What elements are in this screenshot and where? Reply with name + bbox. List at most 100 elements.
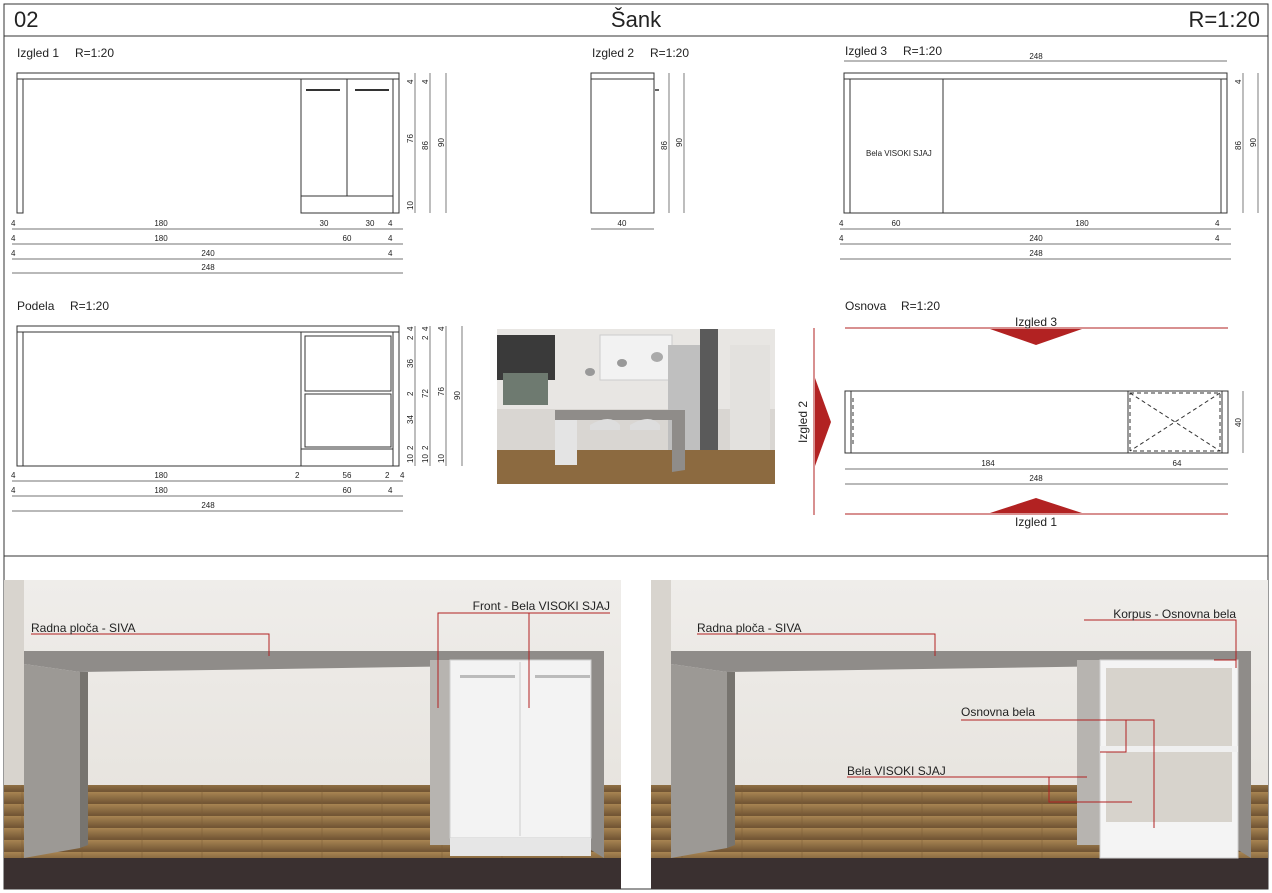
svg-text:248: 248 [1029,474,1043,483]
svg-text:60: 60 [892,219,901,228]
svg-text:4: 4 [437,326,446,331]
svg-text:184: 184 [981,459,995,468]
svg-text:10: 10 [421,454,430,463]
svg-text:10: 10 [406,201,415,210]
svg-text:180: 180 [154,234,168,243]
render-left: Radna ploča - SIVA Front - Bela VISOKI S… [4,580,621,889]
interior-render-thumbnail [497,329,775,484]
svg-text:4: 4 [406,326,415,331]
svg-text:4: 4 [1215,219,1220,228]
svg-text:4: 4 [388,219,393,228]
svg-text:180: 180 [154,471,168,480]
svg-text:2: 2 [295,471,300,480]
svg-text:76: 76 [406,134,415,143]
sheet-scale: R=1:20 [1188,7,1260,32]
svg-text:248: 248 [1029,52,1043,61]
izgled2-scale: R=1:20 [650,46,689,60]
podela-scale: R=1:20 [70,299,109,313]
svg-text:4: 4 [388,486,393,495]
right-gloss-label: Bela VISOKI SJAJ [847,764,946,778]
sheet-number: 02 [14,7,38,32]
osnova-scale: R=1:20 [901,299,940,313]
svg-text:4: 4 [11,219,16,228]
svg-text:240: 240 [201,249,215,258]
svg-text:90: 90 [675,138,684,147]
svg-text:86: 86 [1234,141,1243,150]
izgled3-panel-label: Bela VISOKI SJAJ [866,149,932,158]
izgled3-scale: R=1:20 [903,44,942,58]
svg-text:4: 4 [839,234,844,243]
svg-text:4: 4 [421,326,430,331]
arrow-izgled-2 [815,378,831,466]
svg-text:4: 4 [11,471,16,480]
svg-text:4: 4 [1215,234,1220,243]
svg-text:4: 4 [11,249,16,258]
arrow-izgled-3 [990,329,1082,345]
drawing-canvas: 02 Šank R=1:20 Izgled 1 R=1:20 4 76 10 4… [3,3,1269,890]
svg-text:4: 4 [388,234,393,243]
svg-text:248: 248 [201,263,215,272]
svg-text:72: 72 [421,389,430,398]
svg-text:30: 30 [366,219,375,228]
svg-text:4: 4 [421,79,430,84]
view-izgled-1: Izgled 1 R=1:20 4 76 10 4 86 90 4 180 30… [11,46,447,274]
osnova-arrow-top-label: Izgled 3 [1015,315,1057,329]
svg-text:4: 4 [11,486,16,495]
sheet-title: Šank [611,7,662,32]
svg-text:60: 60 [343,234,352,243]
svg-text:248: 248 [201,501,215,510]
svg-text:2: 2 [406,335,415,340]
svg-text:56: 56 [343,471,352,480]
view-osnova: Osnova R=1:20 Izgled 3 Izgled 2 Izgled 1… [796,299,1244,529]
svg-text:2: 2 [406,445,415,450]
svg-text:4: 4 [1234,79,1243,84]
right-korpus-label: Korpus - Osnovna bela [1113,607,1236,621]
svg-text:10: 10 [406,454,415,463]
svg-text:40: 40 [1234,418,1243,427]
left-worktop-label: Radna ploča - SIVA [31,621,136,635]
right-shelf-label: Osnovna bela [961,705,1035,719]
svg-text:86: 86 [421,141,430,150]
svg-text:180: 180 [154,486,168,495]
svg-text:64: 64 [1173,459,1182,468]
svg-text:2: 2 [421,335,430,340]
svg-text:76: 76 [437,387,446,396]
svg-text:4: 4 [406,79,415,84]
svg-text:60: 60 [343,486,352,495]
drawing-sheet: 02 Šank R=1:20 Izgled 1 R=1:20 4 76 10 4… [0,0,1272,893]
svg-text:4: 4 [839,219,844,228]
svg-text:180: 180 [154,219,168,228]
svg-text:180: 180 [1075,219,1089,228]
svg-text:90: 90 [453,391,462,400]
svg-text:10: 10 [437,454,446,463]
arrow-izgled-1 [990,498,1082,513]
svg-text:30: 30 [320,219,329,228]
view-izgled-3: Izgled 3 R=1:20 248 Bela VISOKI SJAJ 4 8… [839,44,1259,260]
svg-text:4: 4 [11,234,16,243]
osnova-arrow-bottom-label: Izgled 1 [1015,515,1057,529]
svg-text:2: 2 [421,445,430,450]
svg-text:2: 2 [385,471,390,480]
izgled1-title: Izgled 1 [17,46,59,60]
svg-text:4: 4 [400,471,405,480]
view-izgled-2: Izgled 2 R=1:20 86 90 40 [590,46,689,230]
svg-text:240: 240 [1029,234,1043,243]
svg-text:34: 34 [406,415,415,424]
svg-text:2: 2 [406,391,415,396]
izgled1-scale: R=1:20 [75,46,114,60]
osnova-title: Osnova [845,299,887,313]
svg-text:4: 4 [388,249,393,258]
svg-text:36: 36 [406,359,415,368]
svg-text:90: 90 [1249,138,1258,147]
svg-text:86: 86 [660,141,669,150]
podela-title: Podela [17,299,55,313]
left-front-label: Front - Bela VISOKI SJAJ [473,599,610,613]
izgled3-title: Izgled 3 [845,44,887,58]
svg-text:90: 90 [437,138,446,147]
osnova-arrow-left-label: Izgled 2 [796,401,810,443]
view-podela: Podela R=1:20 4 2 36 2 34 2 10 4 2 72 2 … [11,299,463,512]
izgled2-title: Izgled 2 [592,46,634,60]
svg-text:40: 40 [618,219,627,228]
right-worktop-label: Radna ploča - SIVA [697,621,802,635]
render-right: Radna ploča - SIVA Korpus - Osnovna bela… [651,580,1268,889]
